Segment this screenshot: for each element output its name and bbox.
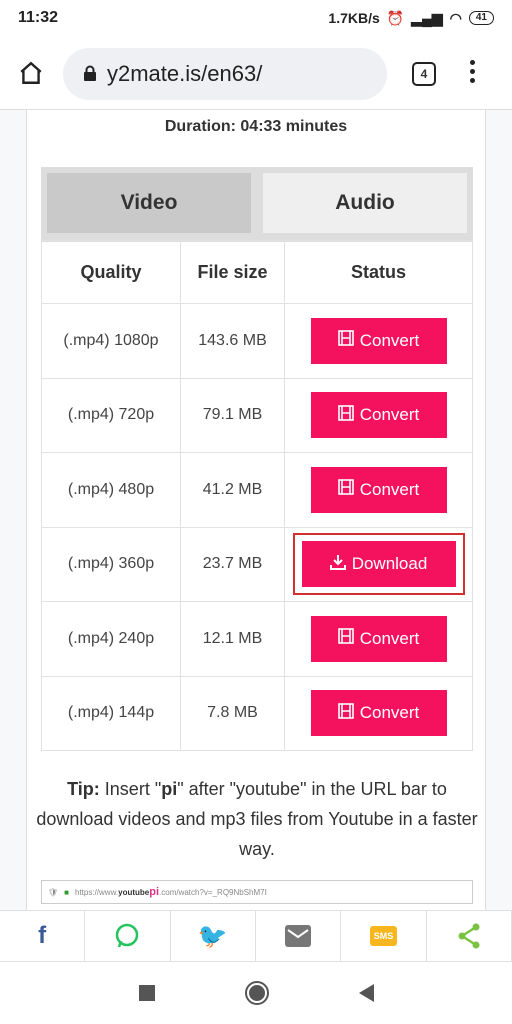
facebook-icon: f bbox=[38, 922, 47, 949]
tip-label: Tip: bbox=[67, 779, 100, 799]
shield-icon: 🛡 bbox=[48, 887, 59, 897]
example-url-pre: https://www. bbox=[75, 888, 119, 897]
convert-button[interactable]: Convert bbox=[310, 392, 447, 439]
back-button[interactable] bbox=[358, 984, 374, 1002]
status-bar: 11:32 1.7KB/s ⏰ ▂▄▆ ◠ 41 bbox=[0, 0, 512, 36]
formats-table: Quality File size Status (.mp4) 1080p 143… bbox=[41, 240, 473, 751]
table-row: (.mp4) 720p 79.1 MB Convert bbox=[41, 377, 473, 453]
film-icon bbox=[337, 702, 354, 724]
size-cell: 23.7 MB bbox=[180, 526, 285, 602]
sms-icon: SMS bbox=[369, 926, 398, 946]
quality-cell: (.mp4) 480p bbox=[41, 452, 181, 528]
lock-icon: ■ bbox=[64, 887, 69, 897]
download-icon bbox=[329, 554, 346, 575]
size-cell: 143.6 MB bbox=[180, 303, 285, 379]
tab-switcher-button[interactable]: 4 bbox=[412, 62, 436, 86]
table-row: (.mp4) 1080p 143.6 MB Convert bbox=[41, 303, 473, 379]
twitter-icon: 🐦 bbox=[197, 922, 228, 950]
table-row: (.mp4) 360p 23.7 MB Download bbox=[41, 526, 473, 602]
tab-video[interactable]: Video bbox=[47, 173, 251, 233]
tip-pre: Insert " bbox=[99, 779, 162, 799]
download-button[interactable]: Download bbox=[301, 541, 456, 588]
film-icon bbox=[337, 404, 354, 426]
table-row: (.mp4) 240p 12.1 MB Convert bbox=[41, 601, 473, 677]
status-cell: Convert bbox=[284, 377, 473, 453]
format-tabs: Video Audio bbox=[41, 167, 473, 242]
quality-cell: (.mp4) 360p bbox=[41, 526, 181, 602]
convert-button[interactable]: Convert bbox=[310, 615, 447, 662]
tip-bold: pi bbox=[161, 779, 178, 799]
convert-button[interactable]: Convert bbox=[310, 466, 447, 513]
system-nav-bar bbox=[0, 962, 512, 1024]
header-status: Status bbox=[284, 240, 473, 304]
example-url-pi: pi bbox=[149, 886, 160, 898]
convert-button[interactable]: Convert bbox=[310, 317, 447, 364]
url-text: y2mate.is/en63/ bbox=[107, 61, 263, 86]
size-cell: 41.2 MB bbox=[180, 452, 285, 528]
film-icon bbox=[337, 628, 354, 649]
menu-icon[interactable] bbox=[470, 60, 475, 83]
twitter-share-button[interactable]: 🐦 bbox=[171, 911, 256, 961]
clock: 11:32 bbox=[18, 9, 59, 26]
net-speed: 1.7KB/s bbox=[328, 10, 380, 26]
convert-button[interactable]: Convert bbox=[310, 690, 447, 737]
button-label: Download bbox=[351, 554, 428, 574]
browser-toolbar: y2mate.is/en63/ 4 bbox=[0, 36, 512, 110]
quality-cell: (.mp4) 240p bbox=[41, 601, 181, 677]
home-icon[interactable] bbox=[18, 60, 44, 86]
address-bar[interactable]: y2mate.is/en63/ bbox=[63, 48, 387, 100]
button-label: Convert bbox=[359, 330, 420, 350]
wifi-icon: ◠ bbox=[449, 9, 462, 26]
duration-text: Duration: 04:33 minutes bbox=[164, 118, 348, 135]
example-url-youtube: youtube bbox=[118, 888, 150, 897]
size-cell: 7.8 MB bbox=[180, 675, 285, 751]
button-label: Convert bbox=[359, 405, 420, 425]
tip-text: Tip: Insert "pi" after "youtube" in the … bbox=[35, 774, 479, 864]
lock-icon bbox=[83, 61, 97, 87]
status-cell: Convert bbox=[284, 303, 473, 379]
header-file-size: File size bbox=[180, 240, 285, 304]
email-share-button[interactable] bbox=[256, 911, 342, 961]
download-card: Duration: 04:33 minutes Video Audio Qual… bbox=[26, 110, 486, 910]
button-label: Convert bbox=[359, 703, 420, 723]
email-icon bbox=[285, 925, 312, 947]
sms-share-button[interactable]: SMS bbox=[341, 911, 427, 961]
header-quality: Quality bbox=[41, 240, 181, 304]
whatsapp-share-button[interactable] bbox=[85, 911, 171, 961]
film-icon bbox=[337, 479, 354, 500]
size-cell: 79.1 MB bbox=[180, 377, 285, 453]
quality-cell: (.mp4) 144p bbox=[41, 675, 181, 751]
share-icon bbox=[458, 923, 480, 949]
signal-icon: ▂▄▆ bbox=[411, 9, 443, 26]
home-button[interactable] bbox=[244, 981, 269, 1005]
example-url-post: .com/watch?v=_RQ9NbShM7I bbox=[159, 888, 267, 897]
status-cell: Convert bbox=[284, 452, 473, 528]
table-row: (.mp4) 144p 7.8 MB Convert bbox=[41, 675, 473, 751]
size-cell: 12.1 MB bbox=[180, 601, 285, 677]
share-bar: f 🐦 SMS bbox=[0, 910, 512, 962]
facebook-share-button[interactable]: f bbox=[0, 911, 86, 961]
battery-icon: 41 bbox=[468, 11, 494, 25]
quality-cell: (.mp4) 1080p bbox=[41, 303, 181, 379]
status-cell: Convert bbox=[284, 601, 473, 677]
status-cell: Download bbox=[284, 526, 473, 602]
generic-share-button[interactable] bbox=[427, 911, 512, 961]
tab-audio[interactable]: Audio bbox=[263, 173, 467, 233]
example-url-image: 🛡 ■ https://www.youtubepi.com/watch?v=_RQ… bbox=[41, 880, 473, 904]
film-icon bbox=[337, 330, 354, 351]
highlight-box: Download bbox=[292, 533, 465, 596]
table-row: (.mp4) 480p 41.2 MB Convert bbox=[41, 452, 473, 528]
recents-button[interactable] bbox=[138, 985, 155, 1001]
quality-cell: (.mp4) 720p bbox=[41, 377, 181, 453]
alarm-icon: ⏰ bbox=[386, 9, 405, 26]
whatsapp-icon bbox=[116, 923, 139, 948]
button-label: Convert bbox=[359, 628, 420, 648]
status-cell: Convert bbox=[284, 675, 473, 751]
button-label: Convert bbox=[359, 479, 420, 499]
